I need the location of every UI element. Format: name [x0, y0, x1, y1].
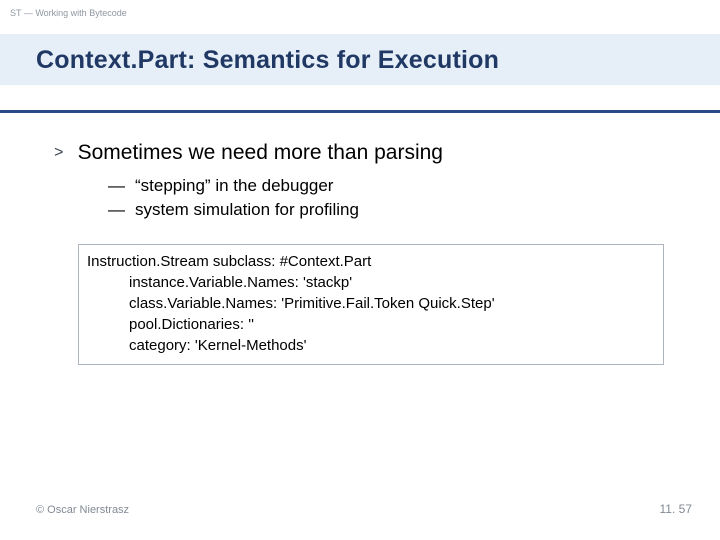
- body: > Sometimes we need more than parsing — …: [54, 140, 664, 365]
- breadcrumb: ST — Working with Bytecode: [10, 8, 127, 18]
- slide-title: Context.Part: Semantics for Execution: [36, 46, 684, 75]
- bullet-marker-gt: >: [54, 140, 64, 166]
- code-line: class.Variable.Names: 'Primitive.Fail.To…: [87, 293, 655, 314]
- code-line: pool.Dictionaries: '': [87, 314, 655, 335]
- bullet-marker-dash: —: [108, 198, 125, 222]
- footer-page-number: 11. 57: [660, 502, 692, 516]
- bullet-level2: — system simulation for profiling: [108, 198, 664, 222]
- bullet-text: Sometimes we need more than parsing: [78, 140, 443, 166]
- slide: ST — Working with Bytecode Context.Part:…: [0, 0, 720, 540]
- code-box: Instruction.Stream subclass: #Context.Pa…: [78, 244, 664, 365]
- sub-bullet-text: “stepping” in the debugger: [135, 174, 333, 198]
- bullet-level1: > Sometimes we need more than parsing: [54, 140, 664, 166]
- sub-bullet-list: — “stepping” in the debugger — system si…: [108, 174, 664, 222]
- bullet-level2: — “stepping” in the debugger: [108, 174, 664, 198]
- title-band: Context.Part: Semantics for Execution: [0, 34, 720, 85]
- sub-bullet-text: system simulation for profiling: [135, 198, 359, 222]
- code-line: instance.Variable.Names: 'stackp': [87, 272, 655, 293]
- code-line: category: 'Kernel-Methods': [87, 335, 655, 356]
- divider: [0, 110, 720, 113]
- footer-copyright: © Oscar Nierstrasz: [36, 504, 129, 516]
- bullet-marker-dash: —: [108, 174, 125, 198]
- code-line: Instruction.Stream subclass: #Context.Pa…: [87, 251, 655, 272]
